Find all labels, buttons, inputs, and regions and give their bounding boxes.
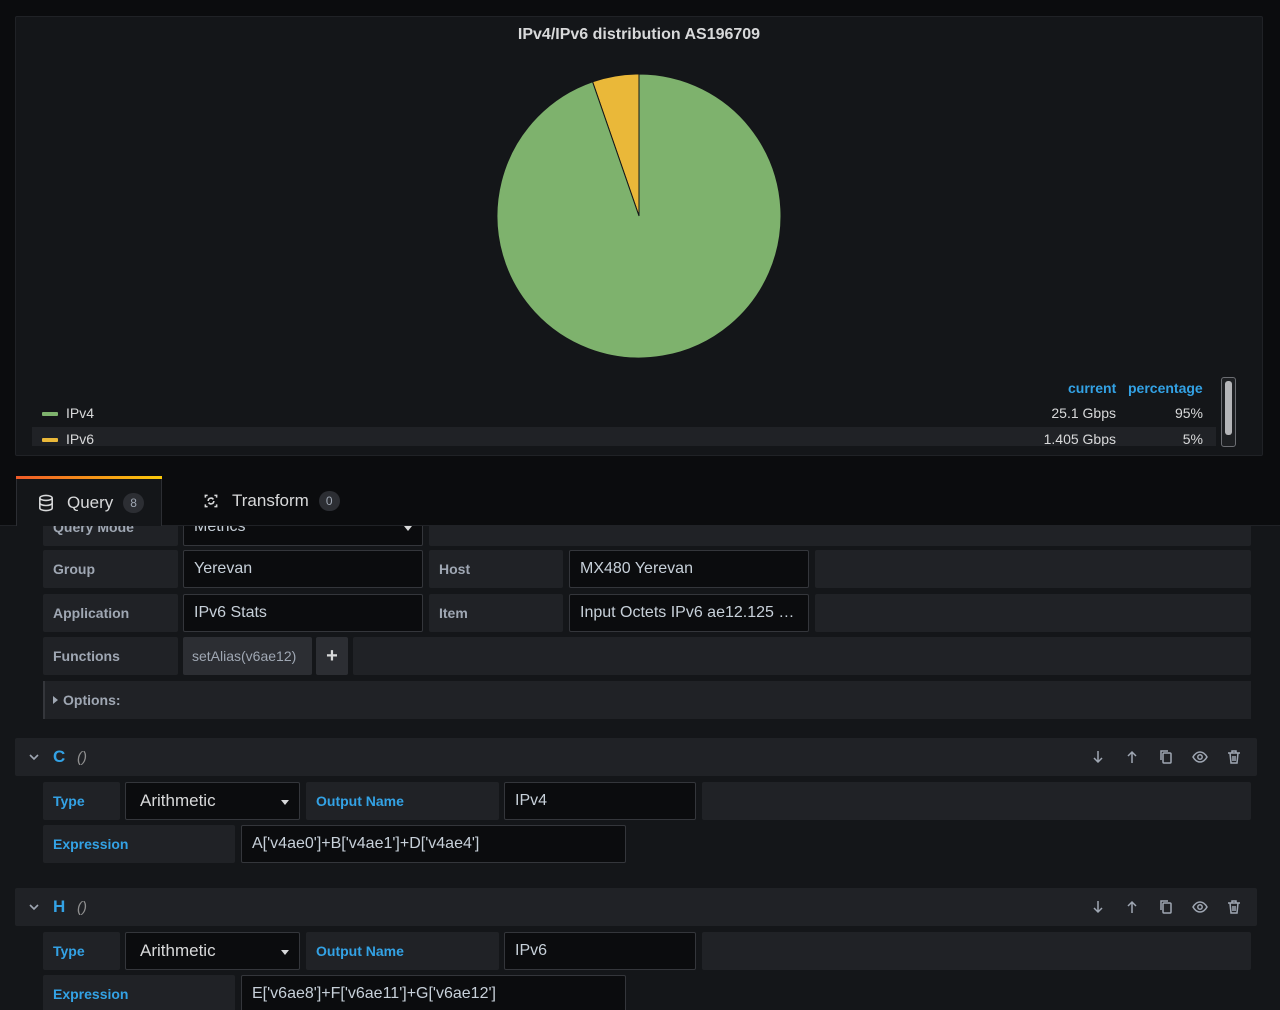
query-editor: Query Mode Metrics Group Yerevan Host MX…: [0, 526, 1280, 1010]
tab-transform-label: Transform: [232, 491, 309, 510]
query-id: C: [53, 747, 66, 766]
query-row-header-c[interactable]: C (): [15, 738, 1257, 776]
tab-query-label: Query: [67, 492, 114, 512]
move-up-icon[interactable]: [1123, 898, 1141, 916]
chevron-down-icon[interactable]: [27, 750, 41, 764]
editor-tab-bar: Query 8 Transform 0: [0, 474, 1280, 526]
application-input[interactable]: IPv6 Stats: [183, 594, 423, 632]
options-toggle[interactable]: Options:: [43, 681, 1251, 719]
legend-scrollbar[interactable]: [1221, 377, 1236, 447]
legend-table: IPv4 25.1 Gbps 95% IPv6 1.405 Gbps 5%: [16, 397, 1246, 446]
expression-input[interactable]: A['v4ae0']+B['v4ae1']+D['v4ae4']: [241, 825, 626, 863]
caret-down-icon: [281, 800, 289, 805]
row-filler: [815, 550, 1251, 588]
legend-series-name[interactable]: IPv6: [66, 431, 94, 446]
tab-transform[interactable]: Transform 0: [182, 476, 362, 526]
chart-panel: IPv4/IPv6 distribution AS196709 current …: [15, 16, 1263, 456]
legend-row-ipv4[interactable]: IPv4 25.1 Gbps 95%: [32, 401, 1216, 425]
row-filler: [702, 782, 1251, 820]
move-down-icon[interactable]: [1089, 898, 1107, 916]
query-datasource-hint: (): [77, 899, 87, 916]
output-name-label: Output Name: [306, 782, 499, 820]
row-filler: [815, 594, 1251, 632]
row-filler: [702, 932, 1251, 970]
trash-icon[interactable]: [1225, 748, 1243, 766]
legend-scrollbar-thumb[interactable]: [1225, 381, 1232, 435]
legend-percentage-value: 5%: [1182, 431, 1203, 446]
type-select[interactable]: Arithmetic: [125, 782, 300, 820]
query-id: H: [53, 897, 66, 916]
legend-series-name[interactable]: IPv4: [66, 405, 94, 421]
query-row-header-h[interactable]: H (): [15, 888, 1257, 926]
query-actions: [1089, 748, 1243, 766]
transform-icon: [204, 494, 218, 508]
row-filler: [429, 526, 1251, 546]
host-input[interactable]: MX480 Yerevan: [569, 550, 809, 588]
item-input[interactable]: Input Octets IPv6 ae12.125 …: [569, 594, 809, 632]
legend-current-value: 25.1 Gbps: [1051, 405, 1116, 421]
row-filler: [353, 637, 1251, 675]
legend-header-current[interactable]: current: [1068, 380, 1116, 396]
functions-label: Functions: [43, 637, 178, 675]
output-name-input[interactable]: IPv6: [504, 932, 696, 970]
item-label: Item: [429, 594, 563, 632]
trash-icon[interactable]: [1225, 898, 1243, 916]
type-value: Arithmetic: [140, 941, 216, 960]
tab-query[interactable]: Query 8: [16, 476, 162, 526]
query-datasource-hint: (): [77, 749, 87, 766]
chevron-down-icon[interactable]: [27, 900, 41, 914]
query-mode-value: Metrics: [194, 526, 246, 535]
query-mode-select[interactable]: Metrics: [183, 526, 423, 546]
query-actions: [1089, 898, 1243, 916]
caret-right-icon: [53, 696, 58, 704]
expression-label: Expression: [43, 825, 235, 863]
legend-current-value: 1.405 Gbps: [1043, 431, 1116, 446]
type-select[interactable]: Arithmetic: [125, 932, 300, 970]
caret-down-icon: [281, 950, 289, 955]
legend-percentage-value: 95%: [1174, 405, 1203, 421]
type-value: Arithmetic: [140, 791, 216, 810]
output-name-input[interactable]: IPv4: [504, 782, 696, 820]
chevron-down-icon: [404, 526, 412, 531]
eye-icon[interactable]: [1191, 898, 1209, 916]
move-up-icon[interactable]: [1123, 748, 1141, 766]
duplicate-icon[interactable]: [1157, 898, 1175, 916]
function-chip[interactable]: setAlias(v6ae12): [183, 637, 312, 675]
application-label: Application: [43, 594, 178, 632]
host-label: Host: [429, 550, 563, 588]
legend-swatch-ipv4[interactable]: [42, 412, 58, 416]
type-label: Type: [43, 932, 120, 970]
tab-query-count: 8: [123, 492, 144, 513]
database-icon: [39, 494, 53, 511]
pie-slice-ipv4[interactable]: [496, 73, 782, 359]
expression-label: Expression: [43, 975, 235, 1010]
group-input[interactable]: Yerevan: [183, 550, 423, 588]
options-label: Options:: [63, 692, 121, 708]
output-name-label: Output Name: [306, 932, 499, 970]
legend-header-percentage[interactable]: percentage: [1128, 380, 1203, 396]
add-function-button[interactable]: +: [316, 637, 348, 675]
type-label: Type: [43, 782, 120, 820]
legend-row-ipv6[interactable]: IPv6 1.405 Gbps 5%: [32, 427, 1216, 446]
duplicate-icon[interactable]: [1157, 748, 1175, 766]
expression-input[interactable]: E['v6ae8']+F['v6ae11']+G['v6ae12']: [241, 975, 626, 1010]
legend-swatch-ipv6[interactable]: [42, 438, 58, 442]
tab-transform-count: 0: [318, 491, 340, 511]
move-down-icon[interactable]: [1089, 748, 1107, 766]
group-label: Group: [43, 550, 178, 588]
query-mode-label: Query Mode: [43, 526, 178, 546]
eye-icon[interactable]: [1191, 748, 1209, 766]
